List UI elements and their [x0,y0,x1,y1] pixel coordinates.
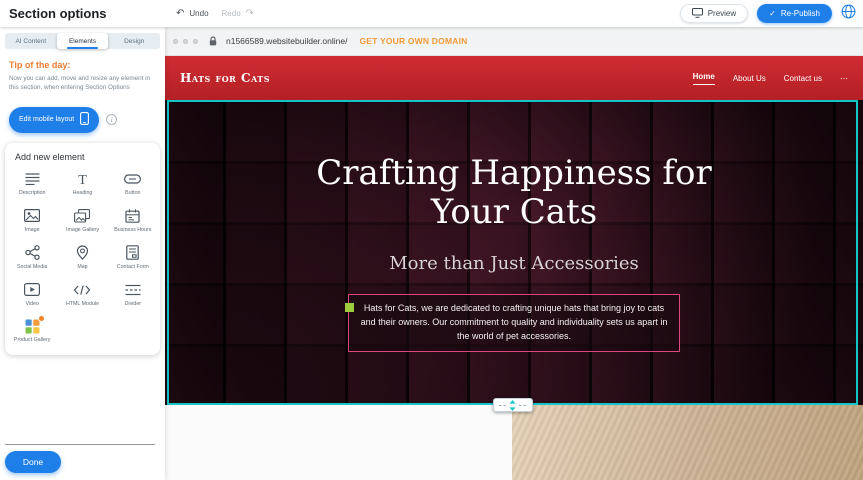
html-module-icon [73,282,91,298]
edit-mobile-label: Edit mobile layout [19,116,74,123]
editor-canvas: n1566589.websitebuilder.online/ GET YOUR… [165,27,863,480]
element-drag-handle[interactable] [345,303,354,312]
preview-button[interactable]: Preview [680,4,748,23]
image-icon [24,208,40,224]
app-window: Section options ↶ Undo Redo ↷ Preview ✓ … [0,0,863,480]
mobile-layout-row: Edit mobile layout i [0,99,165,141]
contact-form-icon [126,245,139,261]
svg-text:T: T [78,173,87,186]
hero-subtitle[interactable]: More than Just Accessories [165,253,863,274]
description-icon [25,171,40,187]
handle-dash [519,405,526,406]
section-resize-handle[interactable] [493,398,533,412]
top-actions: Preview ✓ Re-Publish [680,4,856,24]
site-url: n1566589.websitebuilder.online/ [226,36,347,46]
redo-icon[interactable]: ↷ [246,8,254,19]
edit-mobile-layout-button[interactable]: Edit mobile layout [9,107,99,133]
tab-design[interactable]: Design [108,33,160,49]
hero-heading-line1: Crafting Happiness for [165,154,863,193]
tip-body: Now you can add, move and resize any ele… [9,74,156,93]
element-item-divider[interactable]: Divider [108,282,158,308]
site-nav: Home About Us Contact us ⋯ [693,72,848,85]
language-globe-icon[interactable] [841,4,856,24]
top-toolbar: Section options ↶ Undo Redo ↷ Preview ✓ … [0,0,863,27]
element-item-map[interactable]: Map [57,245,107,271]
video-icon [24,282,40,298]
page-title: Section options [9,6,107,21]
tip-title: Tip of the day: [9,60,156,70]
redo-button[interactable]: Redo [222,9,241,18]
element-item-image-gallery[interactable]: Image Gallery [57,208,107,234]
hero-paragraph-selected[interactable]: Hats for Cats, we are dedicated to craft… [348,294,680,352]
divider-icon [125,282,141,298]
phone-icon [80,112,89,127]
browser-chrome: n1566589.websitebuilder.online/ GET YOUR… [165,27,863,56]
handle-dash [499,405,506,406]
tab-elements[interactable]: Elements [57,33,109,49]
section-options-sidebar: AI Content Elements Design Tip of the da… [0,27,165,480]
image-gallery-icon [74,208,90,224]
undo-button[interactable]: Undo [189,9,208,18]
nav-item-home[interactable]: Home [693,72,715,85]
element-item-description[interactable]: Description [7,171,57,197]
republish-button[interactable]: ✓ Re-Publish [757,4,832,23]
button-icon [124,171,141,187]
done-button[interactable]: Done [5,451,61,473]
nav-item-about[interactable]: About Us [733,74,766,83]
hero-heading-line2: Your Cats [165,193,863,232]
element-item-html-module[interactable]: HTML Module [57,282,107,308]
add-new-element-panel: Add new element Description T Heading [5,143,160,355]
element-item-heading[interactable]: T Heading [57,171,107,197]
hero-heading[interactable]: Crafting Happiness for Your Cats [165,154,863,233]
hero-section[interactable]: Crafting Happiness for Your Cats More th… [165,100,863,405]
resize-arrows-icon [509,400,516,411]
product-gallery-icon [25,318,40,334]
business-hours-icon [125,208,140,224]
site-preview: Hats for Cats Home About Us Contact us ⋯… [165,56,863,480]
republish-label: Re-Publish [781,9,820,18]
next-section-image[interactable] [512,405,863,480]
nav-item-contact[interactable]: Contact us [784,74,822,83]
sidebar-tabs: AI Content Elements Design [5,33,160,49]
element-item-product-gallery[interactable]: Product Gallery [7,318,57,344]
site-logo[interactable]: Hats for Cats [180,71,270,85]
preview-label: Preview [708,9,736,18]
info-icon[interactable]: i [106,114,117,125]
hero-paragraph-text: Hats for Cats, we are dedicated to craft… [361,303,668,341]
undo-redo-group: ↶ Undo Redo ↷ [176,8,254,19]
element-item-image[interactable]: Image [7,208,57,234]
window-dot-icon [193,39,198,44]
lock-icon [209,36,217,46]
tip-of-the-day: Tip of the day: Now you can add, move an… [0,49,165,99]
element-item-contact-form[interactable]: Contact Form [108,245,158,271]
map-pin-icon [76,245,89,261]
element-item-button[interactable]: Button [108,171,158,197]
element-item-social-media[interactable]: Social Media [7,245,57,271]
get-own-domain-link[interactable]: GET YOUR OWN DOMAIN [359,36,467,46]
next-section[interactable] [165,405,863,480]
check-icon: ✓ [769,9,776,18]
sidebar-divider [5,444,155,445]
element-grid: Description T Heading Button [7,171,158,344]
monitor-icon [692,8,703,20]
undo-icon[interactable]: ↶ [176,8,184,19]
heading-icon: T [75,171,90,187]
new-badge [38,315,45,322]
nav-more-icon[interactable]: ⋯ [840,74,848,83]
window-dot-icon [173,39,178,44]
tab-ai-content[interactable]: AI Content [5,33,57,49]
element-item-video[interactable]: Video [7,282,57,308]
element-item-business-hours[interactable]: Business Hours [108,208,158,234]
window-dot-icon [183,39,188,44]
add-panel-title: Add new element [15,152,158,162]
site-header[interactable]: Hats for Cats Home About Us Contact us ⋯ [165,56,863,100]
social-media-icon [25,245,40,261]
